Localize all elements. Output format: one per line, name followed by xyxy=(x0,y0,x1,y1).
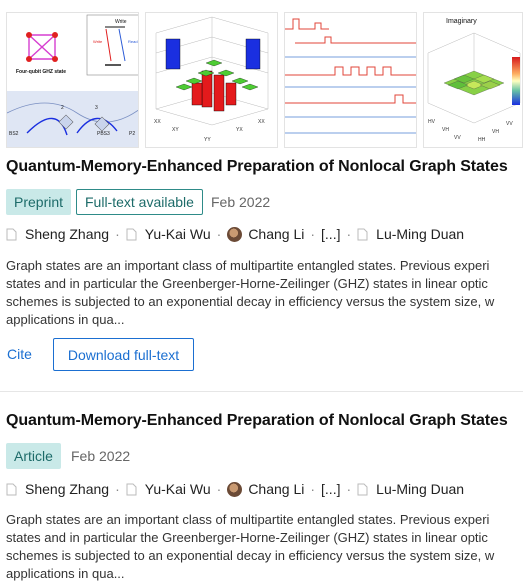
svg-text:YX: YX xyxy=(236,127,243,133)
svg-text:Read: Read xyxy=(128,39,138,44)
author-separator: · xyxy=(115,481,120,497)
svg-text:HH: HH xyxy=(478,137,486,143)
author-name: Sheng Zhang xyxy=(25,226,110,242)
figure-thumbnail-imaginary[interactable]: Imaginary HV VH VV HH VH VV xyxy=(423,12,523,148)
abstract-line: states and in particular the Greenberger… xyxy=(6,530,488,545)
figure-thumbnail-strip: Four-qubit GHZ state Write Write Read BS… xyxy=(0,12,523,148)
cite-link[interactable]: Cite xyxy=(7,346,32,362)
author-profile-icon xyxy=(357,228,368,241)
imaginary-part-figure: Imaginary HV VH VV HH VH VV xyxy=(427,18,521,143)
abstract-line: Graph states are an important class of m… xyxy=(6,258,490,273)
more-authors-toggle[interactable]: [...] xyxy=(321,481,340,497)
author-separator: · xyxy=(216,226,222,242)
svg-text:Imaginary: Imaginary xyxy=(446,18,477,25)
abstract-line: Graph states are an important class of m… xyxy=(6,512,490,527)
author-name: Chang Li xyxy=(248,226,305,242)
result-title-link[interactable]: Quantum-Memory-Enhanced Preparation of N… xyxy=(6,158,508,176)
density-matrix-bars-figure: XX XY YX XX YY xyxy=(154,16,269,143)
publication-date: Feb 2022 xyxy=(71,448,131,464)
author-profile-icon xyxy=(6,483,17,496)
author-link[interactable]: Yu-Kai Wu xyxy=(126,226,211,242)
author-profile-icon xyxy=(126,228,137,241)
svg-text:BS2: BS2 xyxy=(9,131,19,137)
download-full-text-button[interactable]: Download full-text xyxy=(53,338,194,371)
abstract-line: applications in qua... xyxy=(6,566,125,581)
author-link[interactable]: Chang Li xyxy=(227,226,304,242)
author-separator: · xyxy=(310,226,316,242)
author-profile-icon xyxy=(6,228,17,241)
author-profile-icon xyxy=(126,483,137,496)
svg-text:VH: VH xyxy=(442,127,449,133)
author-separator: · xyxy=(115,226,120,242)
svg-text:Four-qubit GHZ state: Four-qubit GHZ state xyxy=(16,69,66,75)
figure-thumbnail-pulse-sequence[interactable] xyxy=(284,12,417,148)
author-name: Lu-Ming Duan xyxy=(376,226,465,242)
author-name: Lu-Ming Duan xyxy=(376,481,465,497)
author-separator: · xyxy=(346,226,352,242)
preprint-badge: Preprint xyxy=(6,189,72,215)
svg-text:P2: P2 xyxy=(129,131,135,137)
abstract-snippet: Graph states are an important class of m… xyxy=(6,511,523,583)
svg-text:PBS3: PBS3 xyxy=(97,131,110,137)
article-badge: Article xyxy=(6,443,61,469)
author-separator: · xyxy=(310,481,316,497)
author-name: Sheng Zhang xyxy=(25,481,110,497)
author-link[interactable]: Sheng Zhang xyxy=(6,226,109,242)
author-link[interactable]: Sheng Zhang xyxy=(6,481,109,497)
svg-text:XY: XY xyxy=(172,127,179,133)
author-link[interactable]: Lu-Ming Duan xyxy=(357,226,464,242)
figure-thumbnail-3d-bars[interactable]: XX XY YX XX YY xyxy=(145,12,278,148)
full-text-available-badge[interactable]: Full-text available xyxy=(76,189,203,215)
author-name: Chang Li xyxy=(248,481,305,497)
author-separator: · xyxy=(346,481,352,497)
svg-text:XX: XX xyxy=(258,119,265,125)
svg-text:VH: VH xyxy=(492,129,499,135)
svg-text:VV: VV xyxy=(454,135,461,141)
author-link[interactable]: Chang Li xyxy=(227,481,304,497)
author-list: Sheng Zhang · Yu-Kai Wu · Chang Li · [..… xyxy=(6,481,464,497)
svg-text:YY: YY xyxy=(204,137,211,143)
svg-text:2: 2 xyxy=(61,105,64,111)
abstract-snippet: Graph states are an important class of m… xyxy=(6,257,523,329)
author-name: Yu-Kai Wu xyxy=(144,481,211,497)
svg-text:Write: Write xyxy=(115,19,127,25)
author-separator: · xyxy=(216,481,222,497)
svg-text:3: 3 xyxy=(95,105,98,111)
more-authors-toggle[interactable]: [...] xyxy=(321,226,340,242)
figure-thumbnail-ghz-schematic[interactable]: Four-qubit GHZ state Write Write Read BS… xyxy=(6,12,139,148)
svg-text:HV: HV xyxy=(428,119,436,125)
author-link[interactable]: Lu-Ming Duan xyxy=(357,481,464,497)
abstract-line: schemes is subjected to an exponential d… xyxy=(6,548,495,563)
author-list: Sheng Zhang · Yu-Kai Wu · Chang Li · [..… xyxy=(6,226,464,242)
author-avatar xyxy=(227,481,243,497)
svg-text:VV: VV xyxy=(506,121,513,127)
ghz-schematic-figure: Four-qubit GHZ state Write Write Read BS… xyxy=(7,13,138,147)
author-avatar xyxy=(227,226,243,242)
author-profile-icon xyxy=(357,483,368,496)
author-name: Yu-Kai Wu xyxy=(144,226,211,242)
author-link[interactable]: Yu-Kai Wu xyxy=(126,481,211,497)
abstract-line: states and in particular the Greenberger… xyxy=(6,276,488,291)
pulse-sequence-figure xyxy=(285,18,416,134)
result-divider xyxy=(0,391,523,392)
svg-text:XX: XX xyxy=(154,119,161,125)
publication-date: Feb 2022 xyxy=(211,194,271,210)
abstract-line: schemes is subjected to an exponential d… xyxy=(6,294,495,309)
abstract-line: applications in qua... xyxy=(6,312,125,327)
result-title-link[interactable]: Quantum-Memory-Enhanced Preparation of N… xyxy=(6,412,508,430)
svg-text:Write: Write xyxy=(93,39,103,44)
